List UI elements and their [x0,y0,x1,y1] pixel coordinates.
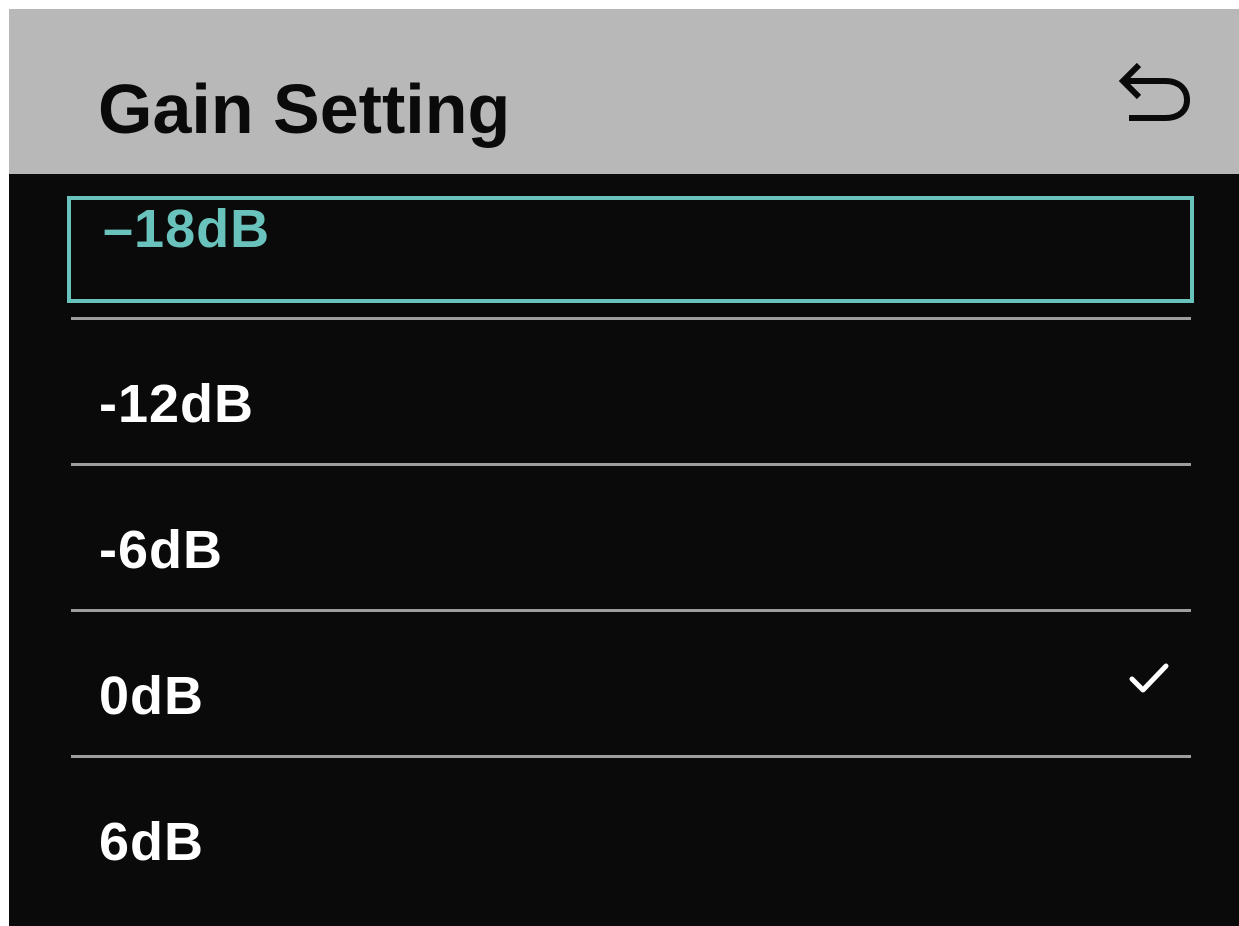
option-label: –18dB [103,199,271,259]
option-6db[interactable]: 6dB [71,758,1191,926]
option-minus-12db[interactable]: -12dB [71,320,1191,466]
option-minus-6db[interactable]: -6dB [71,466,1191,612]
option-minus-18db[interactable]: –18dB [71,174,1191,320]
option-label: -6dB [99,520,223,580]
gain-setting-screen: Gain Setting –18dB -12dB -6dB 0dB 6dB [9,9,1239,926]
back-button[interactable] [1117,57,1193,129]
checkmark-icon [1129,663,1169,693]
page-title: Gain Setting [98,70,511,148]
option-label: 6dB [99,812,205,872]
option-0db[interactable]: 0dB [71,612,1191,758]
back-arrow-icon [1118,62,1191,121]
header-bar: Gain Setting [9,9,1239,174]
option-label: -12dB [99,374,255,434]
option-label: 0dB [99,666,205,726]
gain-options-list: –18dB -12dB -6dB 0dB 6dB [9,174,1239,926]
